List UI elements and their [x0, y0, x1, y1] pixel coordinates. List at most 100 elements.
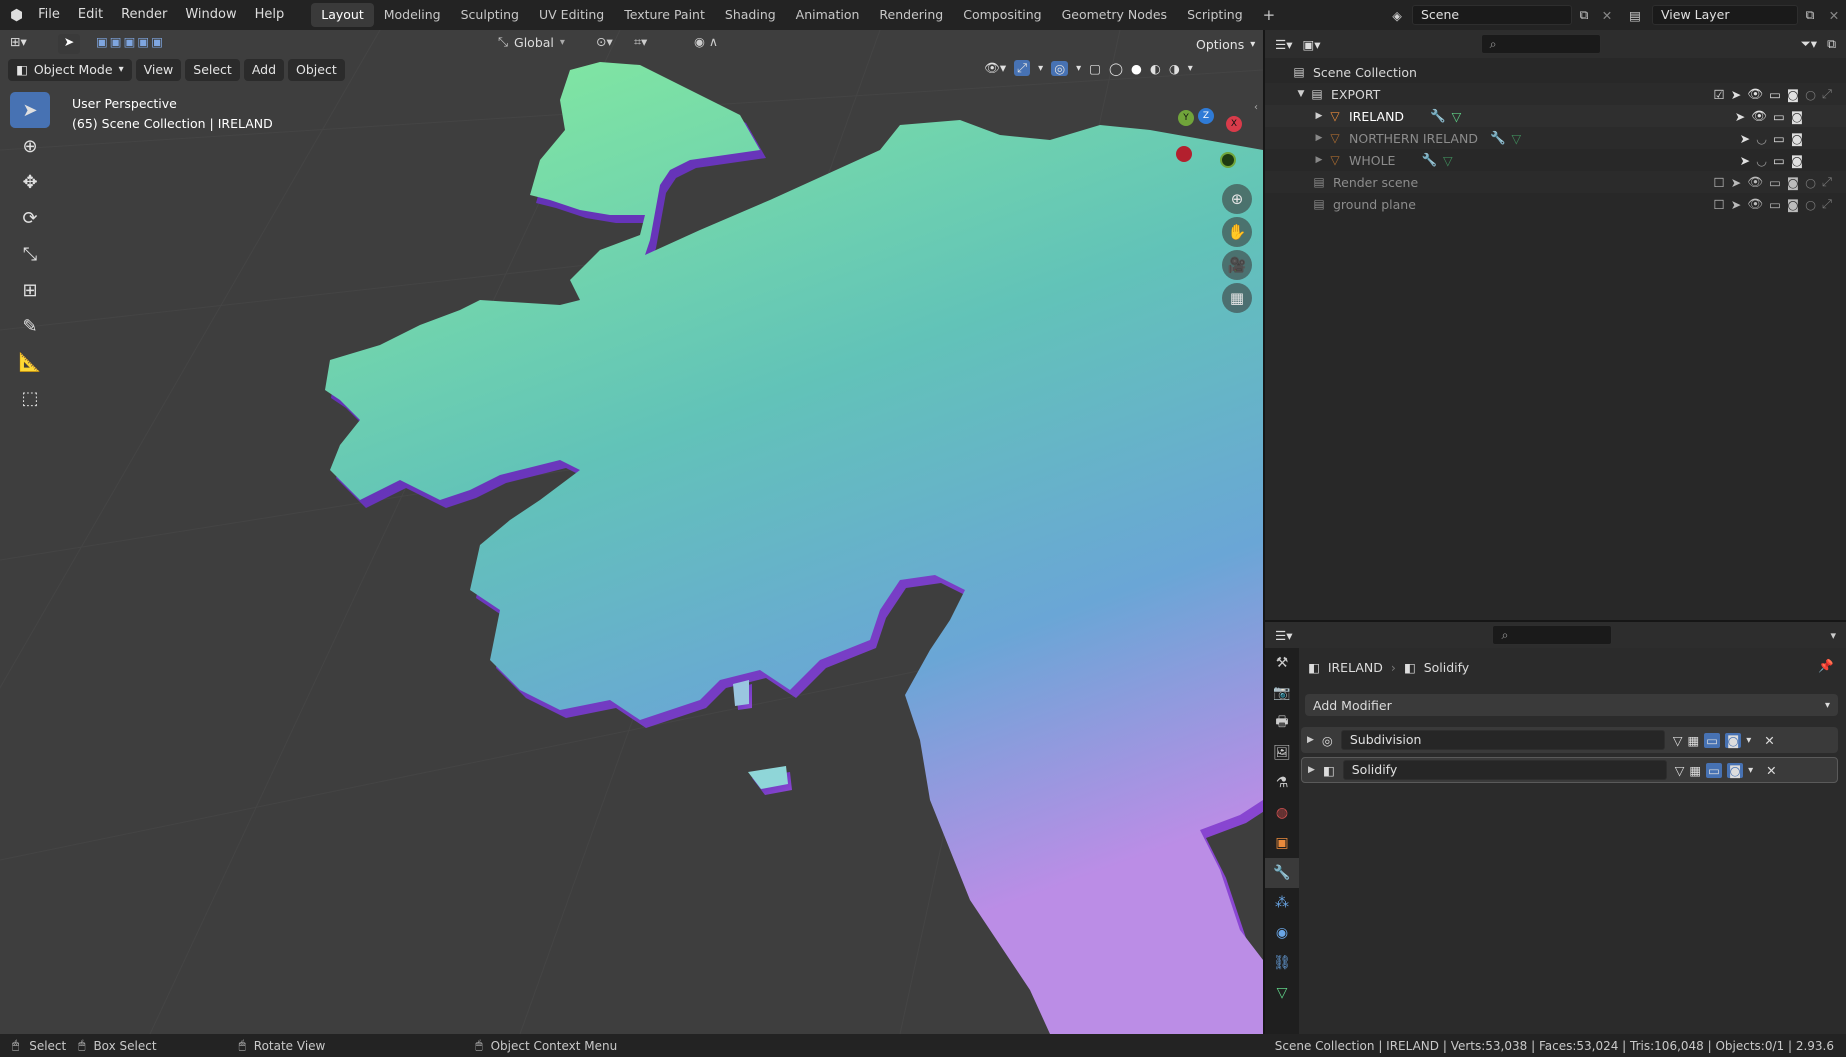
tab-geometry-nodes[interactable]: Geometry Nodes: [1052, 3, 1177, 27]
zoom-icon[interactable]: ⊕: [1222, 184, 1252, 214]
selectable-icon[interactable]: ➤: [1731, 175, 1741, 190]
menu-window[interactable]: Window: [176, 0, 245, 30]
chevron-down-icon[interactable]: ▾: [1746, 735, 1751, 746]
modifier-solidify[interactable]: ▶ ◧ Solidify ▽ ▦ ▭ ◙ ▾ ✕: [1301, 757, 1838, 783]
pin-icon[interactable]: 📌: [1818, 658, 1834, 674]
remove-modifier-icon[interactable]: ✕: [1764, 733, 1774, 748]
selectable-icon[interactable]: ➤: [1731, 87, 1741, 102]
indirect-icon[interactable]: ⤢: [1822, 174, 1832, 190]
tab-compositing[interactable]: Compositing: [953, 3, 1051, 27]
outliner-search-input[interactable]: ⌕: [1480, 34, 1601, 54]
expand-right-icon[interactable]: ▶: [1311, 155, 1327, 165]
viewport-display-icon[interactable]: ▭: [1704, 732, 1721, 748]
view-layer-field[interactable]: View Layer: [1652, 5, 1798, 25]
render-display-icon[interactable]: ◙: [1726, 762, 1744, 778]
viewport-icon[interactable]: ▭: [1773, 131, 1785, 146]
modifier-wrench-icon[interactable]: 🔧: [1421, 152, 1437, 168]
indirect-icon[interactable]: ⤢: [1822, 196, 1832, 212]
expand-down-icon[interactable]: ▼: [1293, 89, 1309, 99]
axis-z-icon[interactable]: Z: [1198, 108, 1214, 124]
tab-texture-paint[interactable]: Texture Paint: [614, 3, 715, 27]
physics-tab-icon[interactable]: ◉: [1265, 918, 1299, 948]
eye-hidden-icon[interactable]: ◡: [1756, 131, 1767, 146]
pivot-icon[interactable]: ⊙▾: [596, 34, 613, 49]
expand-right-icon[interactable]: ▶: [1311, 133, 1327, 143]
properties-search-input[interactable]: ⌕: [1492, 625, 1613, 645]
mesh-data-icon[interactable]: ▽: [1512, 131, 1522, 146]
delete-scene-icon[interactable]: ✕: [1596, 8, 1618, 23]
constraints-tab-icon[interactable]: ⛓: [1265, 948, 1299, 978]
checkbox-icon[interactable]: ☑: [1714, 87, 1725, 102]
data-tab-icon[interactable]: ▽: [1265, 978, 1299, 1008]
remove-modifier-icon[interactable]: ✕: [1766, 763, 1776, 778]
menu-file[interactable]: File: [29, 0, 69, 30]
render-camera-icon[interactable]: ◙: [1791, 131, 1803, 146]
viewport-icon[interactable]: ▭: [1769, 197, 1781, 212]
checkbox-empty-icon[interactable]: ☐: [1714, 197, 1725, 212]
tab-shading[interactable]: Shading: [715, 3, 786, 27]
display-mode-icon[interactable]: ▣▾: [1302, 37, 1320, 52]
modifier-name-field[interactable]: Solidify: [1342, 760, 1667, 780]
object-tab-icon[interactable]: ▣: [1265, 828, 1299, 858]
indirect-icon[interactable]: ⤢: [1822, 86, 1832, 102]
move-tool-icon[interactable]: ✥: [10, 164, 50, 200]
render-camera-icon[interactable]: ◙: [1787, 87, 1799, 102]
render-camera-icon[interactable]: ◙: [1787, 175, 1799, 190]
chevron-down-icon[interactable]: ▾: [1748, 765, 1753, 776]
new-collection-icon[interactable]: ⧉: [1827, 36, 1836, 52]
output-tab-icon[interactable]: 🖶: [1265, 708, 1299, 738]
editor-type-icon[interactable]: ⊞▾: [10, 34, 27, 49]
wireframe-shading-icon[interactable]: ◯: [1109, 61, 1123, 76]
viewport-icon[interactable]: ▭: [1769, 175, 1781, 190]
add-workspace-icon[interactable]: +: [1253, 3, 1286, 27]
modifier-wrench-icon[interactable]: 🔧: [1430, 108, 1446, 124]
tab-animation[interactable]: Animation: [786, 3, 870, 27]
tool-tab-icon[interactable]: ⚒: [1265, 648, 1299, 678]
axis-neg-x-icon[interactable]: [1176, 146, 1192, 162]
mesh-data-icon[interactable]: ▽: [1452, 109, 1462, 124]
gizmo-icon[interactable]: ⤢: [1014, 60, 1031, 76]
outliner-row-ireland[interactable]: ▶ ▽ IRELAND 🔧 ▽ ➤ 👁 ▭ ◙: [1265, 105, 1846, 127]
material-shading-icon[interactable]: ◐: [1150, 61, 1161, 76]
rotate-tool-icon[interactable]: ⟳: [10, 200, 50, 236]
eye-icon[interactable]: 👁: [1747, 196, 1763, 212]
overlay-icon[interactable]: ◎: [1051, 60, 1069, 76]
mesh-data-icon[interactable]: ▽: [1443, 153, 1453, 168]
on-cage-icon[interactable]: ▽: [1675, 763, 1685, 778]
modifier-name-field[interactable]: Subdivision: [1340, 730, 1665, 750]
new-view-layer-icon[interactable]: ⧉: [1798, 7, 1822, 23]
edit-mode-icon[interactable]: ▦: [1689, 763, 1701, 778]
outliner-row-render-scene[interactable]: ▤ Render scene ☐ ➤ 👁 ▭ ◙ ○ ⤢: [1265, 171, 1846, 193]
selection-mode-icons[interactable]: ▣▣▣▣▣: [96, 34, 165, 49]
holdout-icon[interactable]: ○: [1805, 197, 1816, 212]
viewport-icon[interactable]: ▭: [1773, 109, 1785, 124]
blender-logo-icon[interactable]: ⬢: [0, 0, 29, 30]
world-tab-icon[interactable]: ◍: [1265, 798, 1299, 828]
expand-right-icon[interactable]: ▶: [1307, 735, 1314, 745]
properties-editor-icon[interactable]: ☰▾: [1275, 628, 1292, 643]
tab-modeling[interactable]: Modeling: [374, 3, 451, 27]
eye-hidden-icon[interactable]: ◡: [1756, 153, 1767, 168]
delete-view-layer-icon[interactable]: ✕: [1822, 8, 1846, 23]
edit-mode-icon[interactable]: ▦: [1687, 733, 1699, 748]
camera-view-icon[interactable]: 🎥: [1222, 250, 1252, 280]
particles-tab-icon[interactable]: ⁂: [1265, 888, 1299, 918]
measure-tool-icon[interactable]: 📐: [10, 344, 50, 380]
menu-help[interactable]: Help: [246, 0, 294, 30]
snap-icon[interactable]: ⌗▾: [634, 34, 647, 50]
holdout-icon[interactable]: ○: [1805, 175, 1816, 190]
modifier-tab-icon[interactable]: 🔧: [1265, 858, 1299, 888]
selectable-icon[interactable]: ➤: [1735, 109, 1745, 124]
tab-layout[interactable]: Layout: [311, 3, 374, 27]
eye-icon[interactable]: 👁: [1747, 174, 1763, 190]
add-cube-tool-icon[interactable]: ⬚: [10, 380, 50, 416]
proportional-edit-icon[interactable]: ◉ ∧: [694, 34, 718, 49]
cursor-tool-icon[interactable]: ⊕: [10, 128, 50, 164]
tab-scripting[interactable]: Scripting: [1177, 3, 1253, 27]
modifier-wrench-icon[interactable]: 🔧: [1490, 130, 1506, 146]
view-layer-tab-icon[interactable]: 🖼: [1265, 738, 1299, 768]
on-cage-icon[interactable]: ▽: [1673, 733, 1683, 748]
scene-icon[interactable]: ◈: [1382, 8, 1412, 23]
select-menu[interactable]: Select: [185, 59, 240, 81]
outliner-row-scene-collection[interactable]: ▤ Scene Collection: [1265, 61, 1846, 83]
